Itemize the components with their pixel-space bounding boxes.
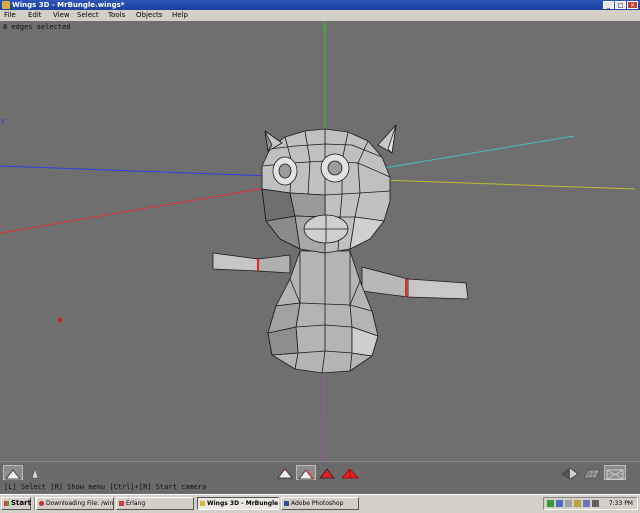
taskbar-button-download[interactable]: Downloading File: /wings/...: [36, 497, 114, 510]
taskbar-button-erlang[interactable]: Erlang: [116, 497, 194, 510]
start-button[interactable]: Start: [1, 497, 31, 510]
title-bar[interactable]: Wings 3D - MrBungle.wings* _ □ ×: [0, 0, 640, 10]
tray-check-icon[interactable]: [547, 500, 554, 507]
menu-tools[interactable]: Tools: [108, 10, 125, 21]
menu-objects[interactable]: Objects: [136, 10, 162, 21]
opera-icon: [39, 501, 44, 506]
taskbar-button-label: Wings 3D - MrBungle...: [207, 500, 279, 507]
3d-viewport[interactable]: y z 8 edges selected: [0, 21, 640, 461]
tray-clock[interactable]: 7:33 PM: [609, 498, 633, 509]
wings-app-icon: [2, 1, 10, 9]
bottom-toolbar: [0, 461, 640, 483]
viewport-canvas[interactable]: y z: [0, 21, 640, 461]
mr-bungle-mesh[interactable]: [212, 124, 469, 374]
object-select-icon[interactable]: [340, 465, 360, 480]
erlang-icon: [119, 501, 124, 506]
taskbar: Start Downloading File: /wings/... Erlan…: [0, 494, 640, 513]
right-arm[interactable]: [361, 266, 409, 298]
menu-view[interactable]: View: [53, 10, 70, 21]
z-axis-label: z: [1, 117, 5, 125]
taskbar-button-label: Downloading File: /wings/...: [46, 500, 114, 507]
windows-flag-icon: [4, 501, 9, 506]
face-select-icon[interactable]: [318, 465, 338, 480]
edge-select-icon[interactable]: [296, 465, 316, 480]
start-label: Start: [11, 499, 31, 507]
y-axis-label: y: [322, 23, 326, 31]
window-controls: _ □ ×: [603, 1, 638, 9]
tray-misc-icon[interactable]: [592, 500, 599, 507]
window-title: Wings 3D - MrBungle.wings*: [12, 1, 125, 9]
left-arm[interactable]: [212, 252, 259, 272]
tray-volume-icon[interactable]: [583, 500, 590, 507]
tray-network-icon[interactable]: [556, 500, 563, 507]
maximize-button[interactable]: □: [615, 1, 626, 9]
menu-select[interactable]: Select: [77, 10, 99, 21]
taskbar-button-label: Adobe Photoshop: [291, 500, 344, 507]
system-tray: 7:33 PM: [543, 497, 638, 510]
minimize-button[interactable]: _: [603, 1, 614, 9]
vertex-select-icon[interactable]: [276, 465, 294, 480]
info-hint-text: [L] Select [R] Show menu [Ctrl]+[R] Star…: [4, 483, 207, 491]
tray-monitor-icon[interactable]: [565, 500, 572, 507]
ground-plane-icon[interactable]: [582, 465, 602, 480]
info-line: [L] Select [R] Show menu [Ctrl]+[R] Star…: [0, 482, 640, 493]
menu-file[interactable]: File: [4, 10, 16, 21]
taskbar-button-wings[interactable]: Wings 3D - MrBungle...: [197, 497, 279, 510]
menu-bar: File Edit View Select Tools Objects Help: [0, 10, 640, 21]
taskbar-button-label: Erlang: [126, 500, 146, 507]
tray-app-icon[interactable]: [574, 500, 581, 507]
menu-edit[interactable]: Edit: [28, 10, 42, 21]
vertex-mode-icon[interactable]: [3, 465, 23, 480]
photoshop-icon: [284, 501, 289, 506]
wings-icon: [200, 501, 205, 506]
body-mode-icon[interactable]: [26, 465, 44, 480]
selection-status: 8 edges selected: [3, 23, 71, 31]
close-button[interactable]: ×: [627, 1, 638, 9]
shaded-view-icon[interactable]: [561, 465, 579, 480]
menu-help[interactable]: Help: [172, 10, 188, 21]
selection-marker: [58, 318, 62, 322]
taskbar-button-photoshop[interactable]: Adobe Photoshop: [281, 497, 359, 510]
perspective-view-icon[interactable]: [604, 465, 626, 480]
